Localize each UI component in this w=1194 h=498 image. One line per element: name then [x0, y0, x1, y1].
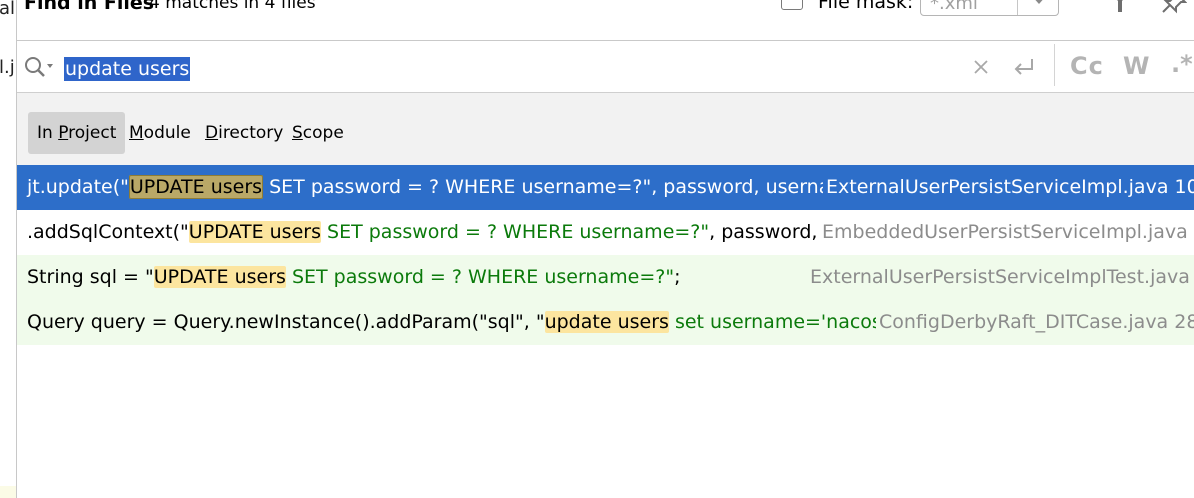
result-row[interactable]: Query query = Query.newInstance().addPar… [17, 300, 1194, 345]
match-highlight: UPDATE users [188, 221, 321, 243]
editor-tab-fragment[interactable]: l.j [0, 57, 15, 78]
code-text: ; [674, 266, 681, 288]
scope-directory[interactable]: Directory [205, 112, 283, 154]
scope-bar: In Project Module Directory Scope [17, 93, 1194, 165]
result-row[interactable]: jt.update("UPDATE users SET password = ?… [17, 165, 1194, 210]
match-case-toggle[interactable]: Cc [1070, 52, 1104, 80]
search-bar: update users Cc W .* [17, 41, 1194, 93]
find-in-files-popup: Find in Files 4 matches in 4 files File … [17, 0, 1194, 498]
code-string: SET password = ? WHERE username=?" [263, 176, 652, 198]
result-file: ExternalUserPersistServiceImpl.java 102 [823, 165, 1194, 210]
code-text: Query query = Query.newInstance().addPar… [27, 311, 545, 333]
combo-separator [1017, 0, 1018, 15]
match-highlight: UPDATE users [128, 175, 264, 199]
result-row[interactable]: String sql = "UPDATE users SET password … [17, 255, 1194, 300]
file-mask-checkbox[interactable] [781, 0, 803, 10]
preview-area [17, 345, 1194, 498]
result-file: ExternalUserPersistServiceImplTest.java … [807, 255, 1194, 300]
editor-background: ali l.j [0, 0, 17, 498]
match-highlight: UPDATE users [153, 266, 286, 288]
scope-label: odule [143, 123, 191, 143]
scope-in-project[interactable]: In Project [28, 112, 126, 154]
result-file: ConfigDerbyRaft_DITCase.java 280 [876, 300, 1194, 345]
code-text: .addSqlContext(" [27, 221, 189, 243]
scope-label: roject [68, 123, 117, 143]
scope-mnemonic: D [205, 123, 219, 143]
editor-highlight [0, 486, 16, 498]
match-highlight: update users [544, 311, 669, 333]
words-toggle[interactable]: W [1123, 52, 1149, 80]
code-text: jt.update(" [27, 176, 129, 198]
search-icon[interactable] [23, 55, 55, 79]
chevron-down-icon[interactable] [1031, 0, 1047, 4]
result-code: .addSqlContext("UPDATE users SET passwor… [27, 210, 865, 255]
regex-toggle[interactable]: .* [1171, 50, 1193, 78]
search-input[interactable]: update users [64, 57, 191, 81]
scope-label: irectory [218, 123, 284, 143]
code-string: SET password = ? WHERE username=?" [285, 266, 675, 288]
code-text: String sql = " [27, 266, 154, 288]
result-code: jt.update("UPDATE users SET password = ?… [27, 165, 868, 210]
filter-icon[interactable] [1107, 0, 1133, 14]
popup-header[interactable]: Find in Files 4 matches in 4 files File … [17, 0, 1194, 41]
result-code: Query query = Query.newInstance().addPar… [27, 300, 910, 345]
popup-title: Find in Files [24, 0, 155, 14]
scope-label: In [37, 123, 59, 143]
match-count: 4 matches in 4 files [149, 0, 316, 13]
scope-label: cope [302, 123, 344, 143]
editor-text-fragment: ali [0, 0, 16, 19]
results-list: jt.update("UPDATE users SET password = ?… [17, 165, 1194, 345]
pin-icon[interactable] [1161, 0, 1187, 14]
scope-custom[interactable]: Scope [292, 112, 344, 154]
code-string: SET password = ? WHERE username=?" [320, 221, 710, 243]
result-row[interactable]: .addSqlContext("UPDATE users SET passwor… [17, 210, 1194, 255]
toolbar-separator [1054, 44, 1055, 86]
scope-mnemonic: M [129, 123, 144, 143]
file-mask-combobox[interactable]: *.xml [920, 0, 1059, 16]
result-file: EmbeddedUserPersistServiceImpl.java 99 [819, 210, 1194, 255]
scope-mnemonic: S [292, 123, 303, 143]
file-mask-label[interactable]: File mask: [818, 0, 913, 13]
code-string: set username='nacos'" [668, 311, 896, 333]
new-line-icon[interactable] [1010, 55, 1038, 79]
scope-module[interactable]: Module [129, 112, 191, 154]
scope-mnemonic: P [58, 123, 69, 143]
close-icon[interactable] [972, 58, 990, 76]
result-code: String sql = "UPDATE users SET password … [27, 255, 680, 300]
file-mask-value: *.xml [930, 0, 978, 14]
